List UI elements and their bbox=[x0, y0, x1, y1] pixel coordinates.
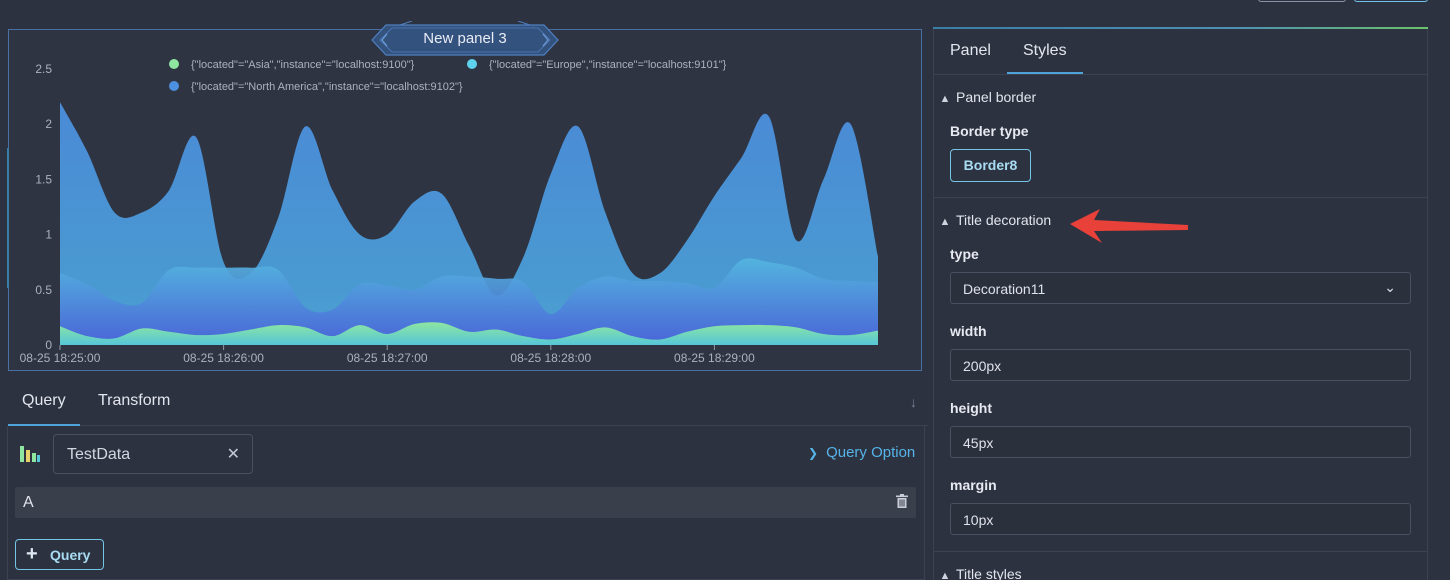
query-row[interactable]: A bbox=[15, 487, 916, 518]
border-type-label: Border type bbox=[950, 123, 1029, 139]
add-query-label: Query bbox=[50, 547, 91, 563]
legend-marker[interactable] bbox=[169, 59, 179, 69]
x-tick-label: 08-25 18:28:00 bbox=[510, 351, 591, 365]
legend-marker[interactable] bbox=[169, 81, 179, 91]
legend-label[interactable]: {"located"="Asia","instance"="localhost:… bbox=[191, 59, 415, 71]
y-tick-label: 0.5 bbox=[35, 283, 52, 297]
width-label: width bbox=[950, 323, 987, 339]
y-tick-label: 1 bbox=[45, 228, 52, 242]
legend-marker[interactable] bbox=[467, 59, 477, 69]
query-option-toggle[interactable]: ❯ Query Option bbox=[808, 444, 915, 461]
x-tick-label: 08-25 18:29:00 bbox=[674, 351, 755, 365]
chevron-up-icon: ▲ bbox=[939, 570, 951, 580]
add-query-button[interactable]: + Query bbox=[15, 539, 104, 570]
tab-transform[interactable]: Transform bbox=[84, 378, 184, 426]
x-tick-label: 08-25 18:27:00 bbox=[347, 351, 428, 365]
datasource-select[interactable]: TestData ✕ bbox=[53, 434, 253, 474]
chevron-right-icon: ❯ bbox=[808, 446, 819, 460]
chevron-down-icon: ⌄ bbox=[1384, 279, 1396, 295]
height-input[interactable]: 45px bbox=[950, 426, 1411, 458]
y-tick-label: 1.5 bbox=[35, 172, 52, 186]
chevron-up-icon: ▲ bbox=[939, 216, 951, 228]
clear-icon[interactable]: ✕ bbox=[227, 444, 240, 464]
section-title-decoration-title: Title decoration bbox=[956, 212, 1052, 228]
tab-styles[interactable]: Styles bbox=[1007, 29, 1083, 74]
y-tick-label: 2.5 bbox=[35, 62, 52, 76]
chevron-up-icon: ▲ bbox=[939, 93, 951, 105]
type-label: type bbox=[950, 246, 979, 262]
y-tick-label: 0 bbox=[45, 338, 52, 352]
query-row-label: A bbox=[23, 494, 34, 511]
pane-top-accent bbox=[933, 27, 1428, 29]
top-button-right[interactable] bbox=[1354, 0, 1428, 2]
legend-label[interactable]: {"located"="Europe","instance"="localhos… bbox=[489, 59, 727, 71]
section-title-styles[interactable]: ▲ Title styles bbox=[934, 566, 1022, 580]
top-button-left[interactable] bbox=[1258, 0, 1346, 2]
tab-query[interactable]: Query bbox=[8, 378, 80, 426]
section-title-decoration[interactable]: ▲ Title decoration bbox=[934, 212, 1052, 228]
section-divider bbox=[934, 197, 1427, 198]
type-select[interactable]: Decoration11 ⌄ bbox=[950, 272, 1411, 304]
width-value: 200px bbox=[963, 358, 1002, 374]
tabs-divider bbox=[934, 74, 1427, 75]
margin-value: 10px bbox=[963, 512, 994, 528]
tab-panel[interactable]: Panel bbox=[934, 29, 1007, 74]
datasource-icon bbox=[20, 446, 40, 462]
legend-label[interactable]: {"located"="North America","instance"="l… bbox=[191, 81, 463, 93]
trash-icon[interactable] bbox=[896, 494, 908, 508]
margin-label: margin bbox=[950, 477, 997, 493]
section-panel-border-title: Panel border bbox=[956, 89, 1037, 105]
panel-title: New panel 3 bbox=[423, 30, 507, 47]
options-pane: Panel Styles ▲ Panel border Border type B… bbox=[933, 27, 1428, 580]
annotation-arrow-icon bbox=[1070, 209, 1188, 243]
plus-icon: + bbox=[26, 543, 38, 565]
height-label: height bbox=[950, 400, 992, 416]
section-panel-border[interactable]: ▲ Panel border bbox=[934, 89, 1037, 105]
width-input[interactable]: 200px bbox=[950, 349, 1411, 381]
border-type-option[interactable]: Border8 bbox=[950, 149, 1031, 182]
section-title-styles-title: Title styles bbox=[956, 566, 1022, 580]
x-tick-label: 08-25 18:25:00 bbox=[20, 351, 101, 365]
height-value: 45px bbox=[963, 435, 994, 451]
x-tick-label: 08-25 18:26:00 bbox=[183, 351, 264, 365]
arrow-down-icon[interactable]: ↓ bbox=[910, 394, 917, 410]
query-option-label: Query Option bbox=[826, 444, 916, 461]
margin-input[interactable]: 10px bbox=[950, 503, 1411, 535]
section-divider bbox=[934, 551, 1427, 552]
datasource-name: TestData bbox=[67, 446, 131, 463]
y-tick-label: 2 bbox=[45, 117, 52, 131]
type-value: Decoration11 bbox=[963, 281, 1046, 297]
query-tabs: Query Transform bbox=[8, 378, 928, 426]
